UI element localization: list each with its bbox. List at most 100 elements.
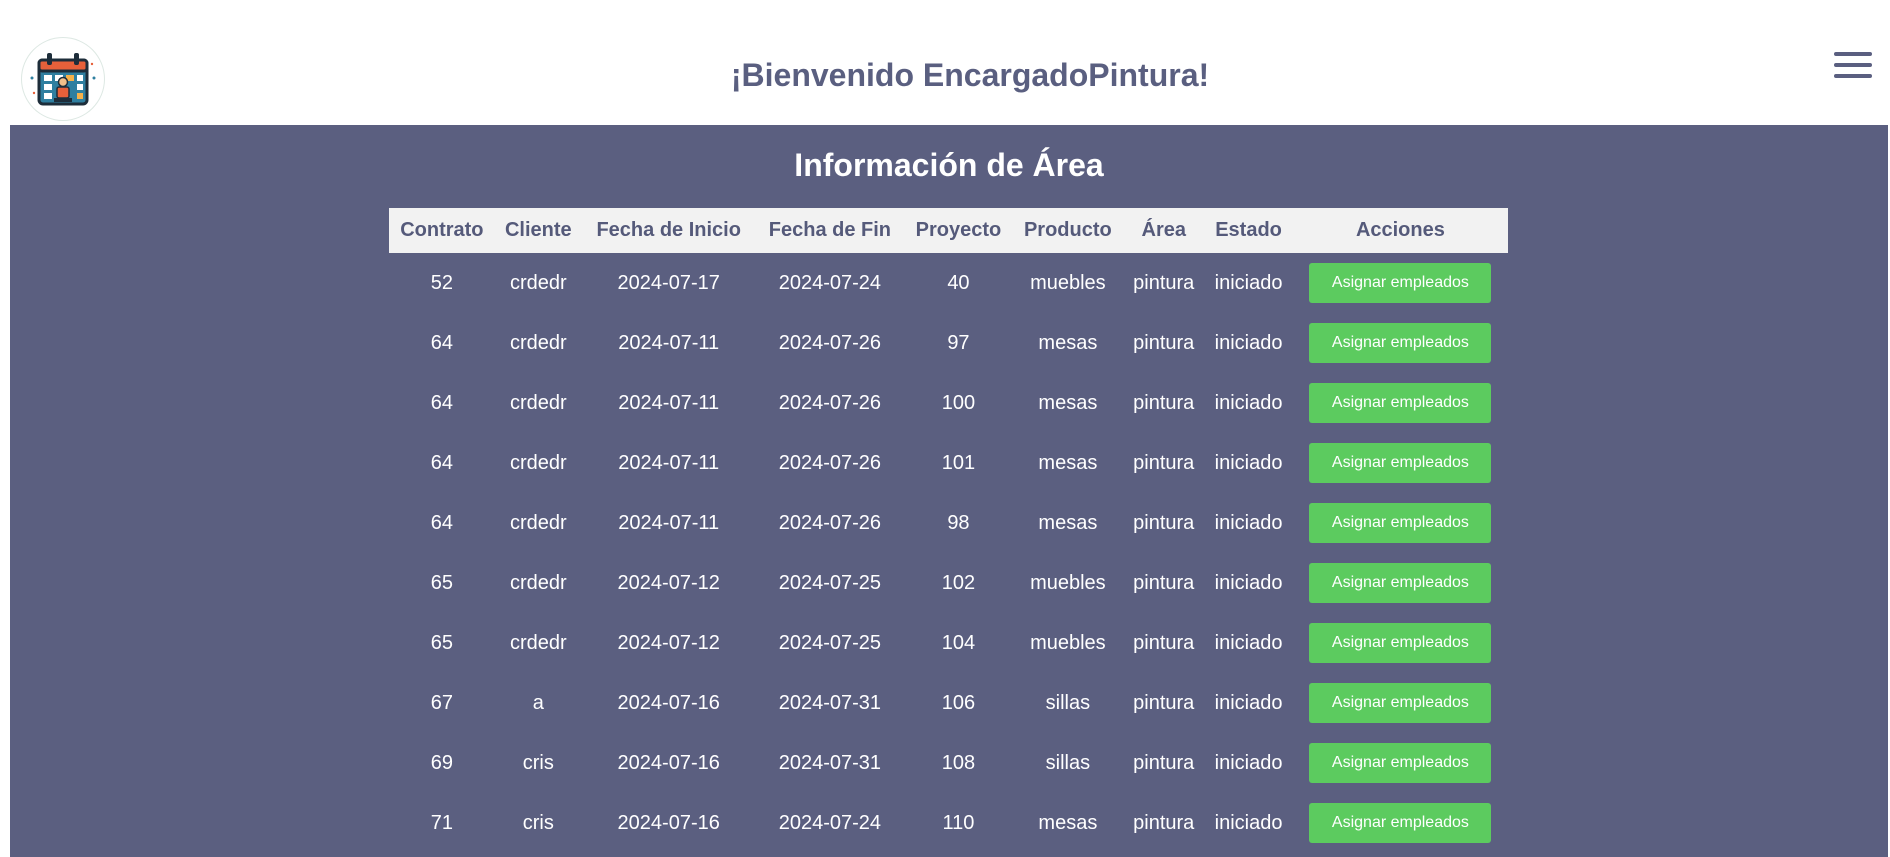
menu-bar — [1834, 63, 1872, 67]
cell-contrato: 65 — [430, 631, 453, 654]
table-row: 64 crdedr 2024-07-11 2024-07-26 97 mesas pintu… — [389, 313, 1508, 373]
cell-contrato: 71 — [430, 811, 453, 834]
cell-area: pintura — [1133, 391, 1195, 414]
cell-fecha-fin: 2024-07-26 — [778, 511, 882, 534]
area-info-table: Contrato Cliente Fecha de Inicio Fecha d… — [389, 208, 1508, 853]
cell-area: pintura — [1133, 631, 1195, 654]
cell-cliente: a — [532, 691, 544, 714]
table-row: 67 a 2024-07-16 2024-07-31 106 sillas pintura i… — [389, 673, 1508, 733]
cell-estado: iniciado — [1214, 331, 1283, 354]
cell-estado: iniciado — [1214, 511, 1283, 534]
table-row: 69 cris 2024-07-16 2024-07-31 108 sillas pintu… — [389, 733, 1508, 793]
column-header-area: Área — [1141, 219, 1186, 241]
cell-producto: mesas — [1038, 391, 1098, 414]
column-header-producto: Producto — [1023, 219, 1112, 241]
cell-cliente: crdedr — [509, 451, 567, 474]
welcome-heading: ¡Bienvenido EncargadoPintura! — [730, 57, 1210, 93]
cell-fecha-fin: 2024-07-26 — [778, 391, 882, 414]
assign-employees-button[interactable]: Asignar empleados — [1309, 563, 1492, 603]
cell-area: pintura — [1133, 571, 1195, 594]
cell-producto: muebles — [1030, 571, 1106, 594]
cell-proyecto: 110 — [942, 811, 975, 834]
column-header-fecha-inicio: Fecha de Inicio — [596, 219, 741, 241]
cell-acciones: Asignar empleados — [1293, 553, 1508, 613]
cell-fecha-inicio: 2024-07-12 — [617, 631, 720, 654]
cell-contrato: 64 — [430, 451, 453, 474]
cell-fecha-fin: 2024-07-24 — [778, 271, 882, 294]
page: ¡Bienvenido EncargadoPintura! Informació… — [0, 0, 1890, 857]
assign-employees-button[interactable]: Asignar empleados — [1309, 743, 1492, 783]
cell-producto: muebles — [1030, 631, 1106, 654]
cell-acciones: Asignar empleados — [1293, 733, 1508, 793]
cell-contrato: 64 — [430, 391, 453, 414]
cell-fecha-inicio: 2024-07-11 — [618, 331, 720, 354]
table-row: 64 crdedr 2024-07-11 2024-07-26 101 mesas pint… — [389, 433, 1508, 493]
column-header-contrato: Contrato — [400, 219, 484, 241]
cell-cliente: cris — [522, 811, 554, 834]
cell-proyecto: 106 — [941, 691, 976, 714]
table-row: 52 crdedr 2024-07-17 2024-07-24 40 muebles pin… — [389, 253, 1508, 313]
cell-proyecto: 104 — [941, 631, 976, 654]
cell-contrato: 52 — [430, 271, 453, 294]
menu-bar — [1834, 52, 1872, 56]
assign-employees-button[interactable]: Asignar empleados — [1309, 683, 1492, 723]
cell-acciones: Asignar empleados — [1293, 673, 1508, 733]
cell-contrato: 64 — [430, 511, 453, 534]
column-header-fecha-fin: Fecha de Fin — [768, 219, 892, 241]
cell-producto: mesas — [1038, 511, 1098, 534]
cell-proyecto: 101 — [941, 451, 976, 474]
assign-employees-button[interactable]: Asignar empleados — [1309, 323, 1492, 363]
cell-area: pintura — [1133, 511, 1195, 534]
cell-acciones: Asignar empleados — [1293, 313, 1508, 373]
hamburger-menu-icon[interactable] — [1834, 52, 1874, 82]
cell-fecha-fin: 2024-07-25 — [778, 631, 882, 654]
cell-proyecto: 102 — [941, 571, 976, 594]
cell-cliente: crdedr — [509, 331, 567, 354]
cell-estado: iniciado — [1214, 811, 1283, 834]
top-header: ¡Bienvenido EncargadoPintura! — [0, 0, 1890, 124]
cell-area: pintura — [1133, 751, 1195, 774]
cell-proyecto: 97 — [947, 331, 970, 354]
cell-fecha-inicio: 2024-07-17 — [617, 271, 720, 294]
cell-acciones: Asignar empleados — [1293, 793, 1508, 853]
cell-cliente: crdedr — [509, 391, 567, 414]
table-header: Contrato Cliente Fecha de Inicio Fecha d… — [389, 208, 1508, 253]
cell-estado: iniciado — [1214, 691, 1283, 714]
cell-producto: sillas — [1045, 751, 1091, 774]
cell-fecha-fin: 2024-07-26 — [778, 331, 882, 354]
cell-cliente: crdedr — [509, 271, 567, 294]
assign-employees-button[interactable]: Asignar empleados — [1309, 263, 1492, 303]
cell-producto: mesas — [1038, 451, 1098, 474]
cell-fecha-inicio: 2024-07-11 — [618, 511, 720, 534]
cell-fecha-fin: 2024-07-25 — [778, 571, 882, 594]
left-edge — [0, 125, 10, 857]
cell-contrato: 64 — [430, 331, 453, 354]
cell-estado: iniciado — [1214, 451, 1283, 474]
assign-employees-button[interactable]: Asignar empleados — [1309, 383, 1492, 423]
cell-fecha-inicio: 2024-07-12 — [617, 571, 720, 594]
cell-area: pintura — [1133, 451, 1195, 474]
cell-estado: iniciado — [1214, 751, 1283, 774]
assign-employees-button[interactable]: Asignar empleados — [1309, 803, 1492, 843]
table-row: 65 crdedr 2024-07-12 2024-07-25 104 muebles pi… — [389, 613, 1508, 673]
assign-employees-button[interactable]: Asignar empleados — [1309, 623, 1492, 663]
cell-contrato: 65 — [430, 571, 453, 594]
assign-employees-button[interactable]: Asignar empleados — [1309, 443, 1492, 483]
cell-fecha-inicio: 2024-07-16 — [617, 751, 720, 774]
cell-fecha-inicio: 2024-07-11 — [618, 391, 720, 414]
table-row: 64 crdedr 2024-07-11 2024-07-26 100 mesas pint… — [389, 373, 1508, 433]
section-title: Información de Área — [794, 147, 1104, 183]
table-row: 71 cris 2024-07-16 2024-07-24 110 mesas pintur… — [389, 793, 1508, 853]
cell-producto: mesas — [1038, 331, 1098, 354]
assign-employees-button[interactable]: Asignar empleados — [1309, 503, 1492, 543]
cell-proyecto: 100 — [941, 391, 976, 414]
table-header-row: Contrato Cliente Fecha de Inicio Fecha d… — [389, 208, 1508, 253]
cell-proyecto: 108 — [941, 751, 976, 774]
cell-fecha-fin: 2024-07-31 — [778, 751, 882, 774]
cell-area: pintura — [1133, 271, 1195, 294]
column-header-acciones: Acciones — [1355, 219, 1445, 241]
cell-area: pintura — [1133, 691, 1195, 714]
table-body: 52 crdedr 2024-07-17 2024-07-24 40 muebles pin… — [389, 253, 1508, 853]
menu-bar — [1834, 74, 1872, 78]
cell-fecha-inicio: 2024-07-16 — [617, 691, 720, 714]
